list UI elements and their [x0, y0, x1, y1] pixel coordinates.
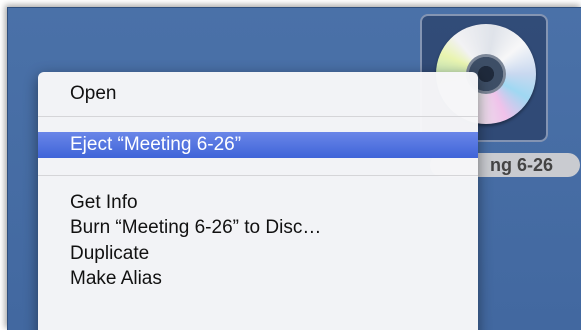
menu-item-eject[interactable]: Eject “Meeting 6-26”	[38, 132, 478, 158]
context-menu: Open Eject “Meeting 6-26” Get Info Burn …	[38, 72, 478, 330]
menu-separator	[38, 175, 478, 176]
menu-item-open[interactable]: Open	[38, 81, 478, 107]
desktop: ng 6-26 Open Eject “Meeting 6-26” Get In…	[7, 7, 581, 330]
menu-separator	[38, 116, 478, 117]
menu-item-get-info[interactable]: Get Info	[38, 190, 478, 216]
menu-item-make-alias[interactable]: Make Alias	[38, 266, 478, 292]
menu-item-duplicate[interactable]: Duplicate	[38, 241, 478, 267]
menu-item-burn-to-disc[interactable]: Burn “Meeting 6-26” to Disc…	[38, 215, 478, 241]
